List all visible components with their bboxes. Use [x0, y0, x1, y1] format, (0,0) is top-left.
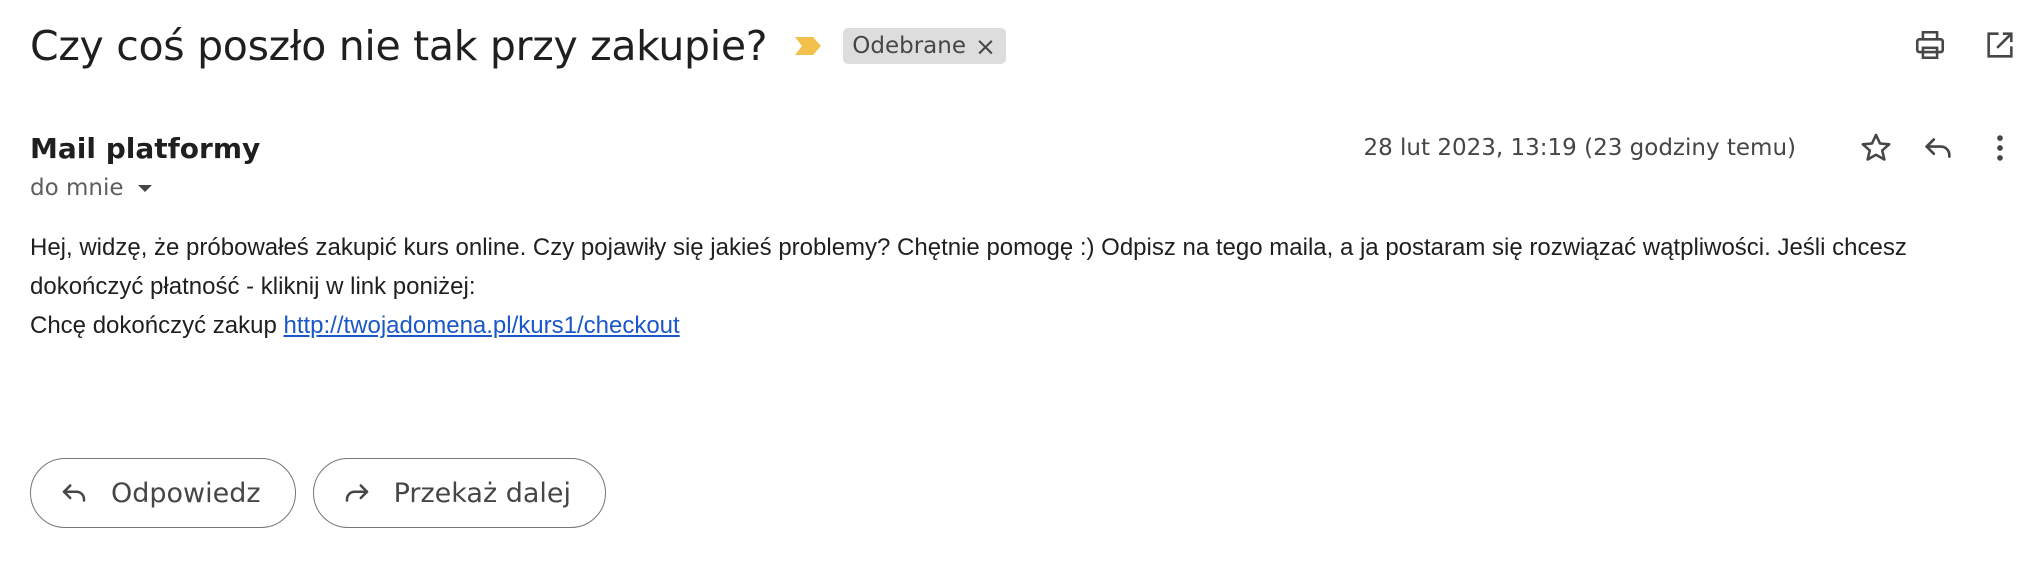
importance-marker-icon[interactable] — [793, 35, 823, 57]
reply-label: Odpowiedz — [111, 477, 261, 509]
forward-pill-button[interactable]: Przekaż dalej — [312, 458, 607, 528]
forward-icon — [345, 484, 368, 502]
subject-row: Czy coś poszło nie tak przy zakupie? Ode… — [30, 14, 1006, 78]
chevron-down-icon — [137, 184, 152, 192]
body-paragraph: Hej, widzę, że próbowałeś zakupić kurs o… — [30, 234, 1907, 300]
body-checkout-line: Chcę dokończyć zakup http://twojadomena.… — [30, 306, 2010, 345]
reply-button[interactable] — [1918, 128, 1958, 168]
message-date: 28 lut 2023, 13:19 (23 godziny temu) — [1363, 135, 1796, 161]
more-vert-icon — [1997, 135, 2003, 161]
reply-icon — [1925, 138, 1951, 158]
thread-actions — [1910, 25, 2020, 65]
open-in-new-window-icon — [1987, 32, 2013, 58]
more-options-button[interactable] — [1980, 128, 2020, 168]
email-subject: Czy coś poszło nie tak przy zakupie? — [30, 22, 768, 70]
print-button[interactable] — [1910, 25, 1950, 65]
reply-icon — [62, 484, 86, 502]
star-icon — [1861, 133, 1891, 161]
message-body: Hej, widzę, że próbowałeś zakupić kurs o… — [30, 228, 2010, 345]
reply-actions: Odpowiedz Przekaż dalej — [30, 458, 607, 528]
reply-pill-button[interactable]: Odpowiedz — [30, 458, 296, 528]
label-chip-text: Odebrane — [852, 33, 966, 59]
remove-label-button[interactable]: × — [975, 34, 996, 59]
sender-name: Mail platformy — [30, 132, 261, 165]
checkout-link[interactable]: http://twojadomena.pl/kurs1/checkout — [283, 312, 679, 339]
message-meta: 28 lut 2023, 13:19 (23 godziny temu) — [1363, 128, 2020, 168]
checkout-prefix: Chcę dokończyć zakup — [30, 312, 277, 339]
label-chip-inbox[interactable]: Odebrane × — [843, 28, 1006, 64]
forward-label: Przekaż dalej — [393, 477, 572, 509]
recipient-text: do mnie — [30, 175, 124, 201]
star-button[interactable] — [1856, 128, 1896, 168]
open-in-new-window-button[interactable] — [1980, 25, 2020, 65]
print-icon — [1915, 30, 1945, 60]
recipient-details-toggle[interactable]: do mnie — [30, 175, 152, 201]
